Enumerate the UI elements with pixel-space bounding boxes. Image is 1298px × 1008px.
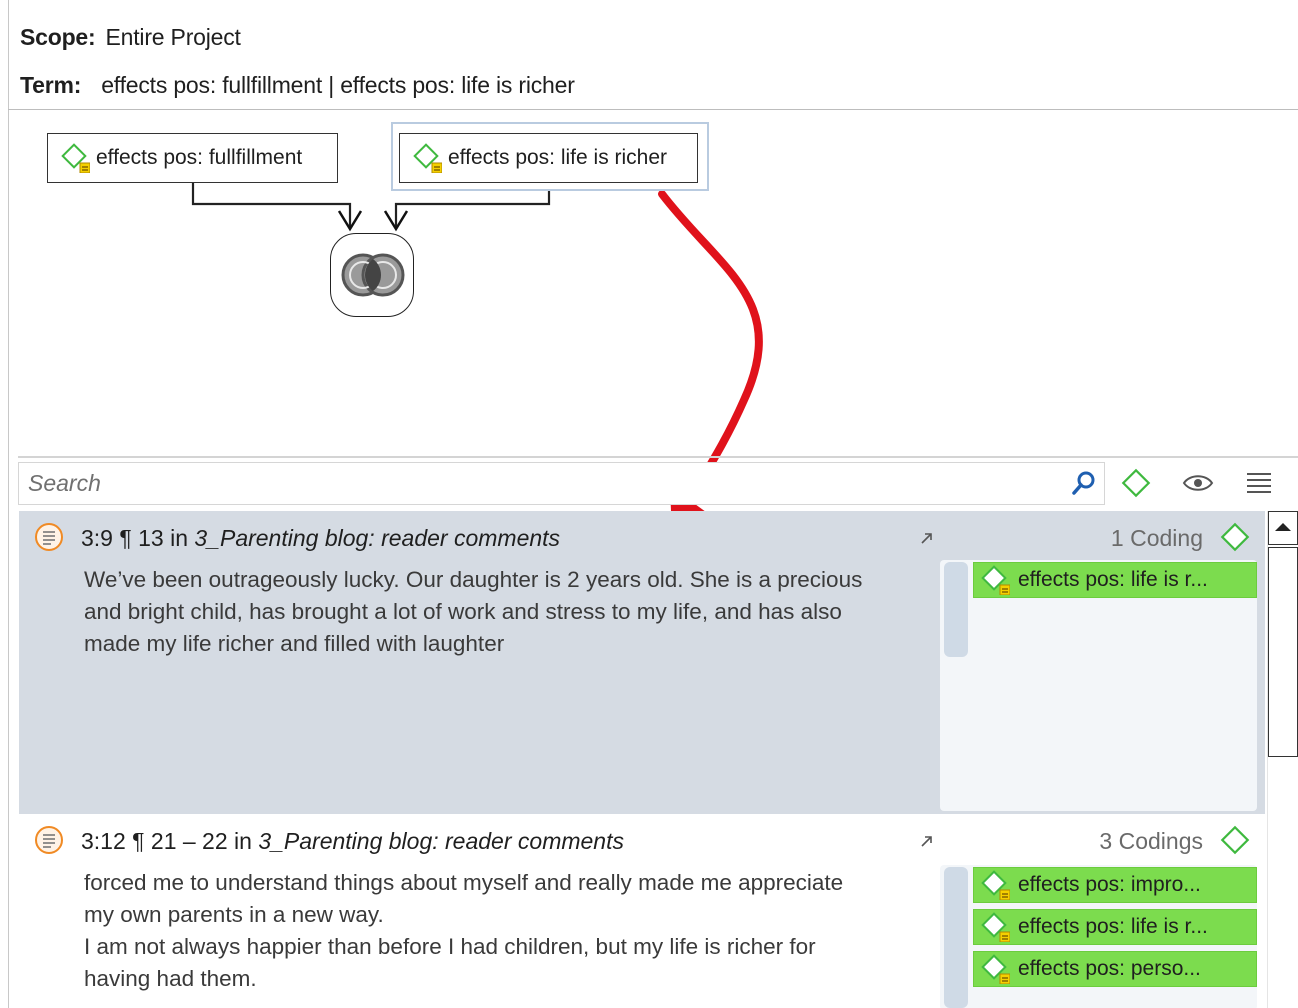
eye-icon[interactable] [1182, 466, 1214, 500]
connector-a [191, 183, 352, 229]
code-filter-icon[interactable] [1120, 466, 1152, 500]
operand-node-fullfillment[interactable]: effects pos: fullfillment [47, 133, 338, 183]
operand-node-label: effects pos: fullfillment [96, 146, 303, 169]
quotation-line: I am not always happier than before I ha… [84, 934, 816, 959]
quotation-line: We’ve been outrageously lucky. Our daugh… [84, 567, 863, 592]
coding-count: 1 Coding [1110, 525, 1203, 551]
quotation-line: made my life richer and filled with laug… [84, 631, 505, 656]
code-icon [980, 870, 1011, 901]
codings-panel-bracket [944, 562, 968, 657]
quotation-reference: 3:9 ¶ 13 in 3_Parenting blog: reader com… [81, 525, 560, 552]
quotation-id: 3:9 [81, 525, 113, 551]
code-chip-label: effects pos: impro... [1018, 873, 1201, 896]
add-coding-icon[interactable] [1219, 521, 1251, 553]
quotation-line: forced me to understand things about mys… [84, 870, 844, 895]
quotation-source[interactable]: 3_Parenting blog: reader comments [258, 828, 624, 854]
quotation-text: forced me to understand things about mys… [84, 867, 914, 995]
search-bar [18, 462, 1105, 505]
scroll-up-button[interactable] [1268, 511, 1298, 545]
operand-node-life-is-richer[interactable]: effects pos: life is richer [399, 133, 698, 183]
diagram-divider [18, 456, 1298, 458]
results-scrollbar[interactable] [1267, 511, 1298, 1008]
code-chip-label: effects pos: life is r... [1018, 568, 1208, 591]
code-chip[interactable]: effects pos: life is r... [973, 562, 1257, 598]
result-row[interactable]: 3:12 ¶ 21 – 22 in 3_Parenting blog: read… [19, 814, 1265, 1008]
code-chip[interactable]: effects pos: life is r... [973, 909, 1257, 945]
intersection-operator-node[interactable] [330, 233, 414, 317]
coding-count: 3 Codings [1099, 828, 1203, 854]
quotation-line: and bright child, has brought a lot of w… [84, 599, 842, 624]
codings-panel: effects pos: life is r... [940, 560, 1257, 811]
quotation-text: We’ve been outrageously lucky. Our daugh… [84, 564, 914, 660]
quotation-in: in [234, 828, 252, 854]
quotation-paragraph: ¶ 13 [119, 525, 164, 551]
quotation-reference: 3:12 ¶ 21 – 22 in 3_Parenting blog: read… [81, 828, 624, 855]
code-icon [60, 143, 91, 174]
search-input[interactable] [19, 463, 1059, 504]
chevron-up-icon [1275, 523, 1291, 531]
open-external-icon[interactable] [917, 831, 937, 851]
intersection-operator-icon [341, 253, 405, 297]
quotation-line: my own parents in a new way. [84, 902, 384, 927]
menu-icon[interactable] [1243, 466, 1275, 500]
search-icon[interactable] [1068, 466, 1100, 500]
operand-node-label: effects pos: life is richer [448, 146, 668, 169]
code-icon [980, 565, 1011, 596]
quotation-line: having had them. [84, 966, 257, 991]
code-chip-label: effects pos: perso... [1018, 957, 1201, 980]
code-chip[interactable]: effects pos: perso... [973, 951, 1257, 987]
query-tool-window: Scope: Entire Project Term: effects pos: f… [0, 0, 1298, 1008]
scroll-thumb[interactable] [1268, 547, 1298, 757]
code-icon [980, 954, 1011, 985]
codings-panel: effects pos: impro... effects pos: life … [940, 865, 1257, 1008]
quotation-icon [34, 825, 64, 855]
result-row[interactable]: 3:9 ¶ 13 in 3_Parenting blog: reader com… [19, 511, 1265, 814]
code-icon [412, 143, 443, 174]
quotation-in: in [170, 525, 188, 551]
codings-panel-bracket [944, 867, 968, 1008]
quotation-paragraph: ¶ 21 – 22 [132, 828, 228, 854]
code-icon [980, 912, 1011, 943]
quotation-id: 3:12 [81, 828, 126, 854]
quotation-source[interactable]: 3_Parenting blog: reader comments [194, 525, 560, 551]
code-chip[interactable]: effects pos: impro... [973, 867, 1257, 903]
quotation-icon [34, 522, 64, 552]
code-chip-label: effects pos: life is r... [1018, 915, 1208, 938]
open-external-icon[interactable] [917, 528, 937, 548]
add-coding-icon[interactable] [1219, 824, 1251, 856]
